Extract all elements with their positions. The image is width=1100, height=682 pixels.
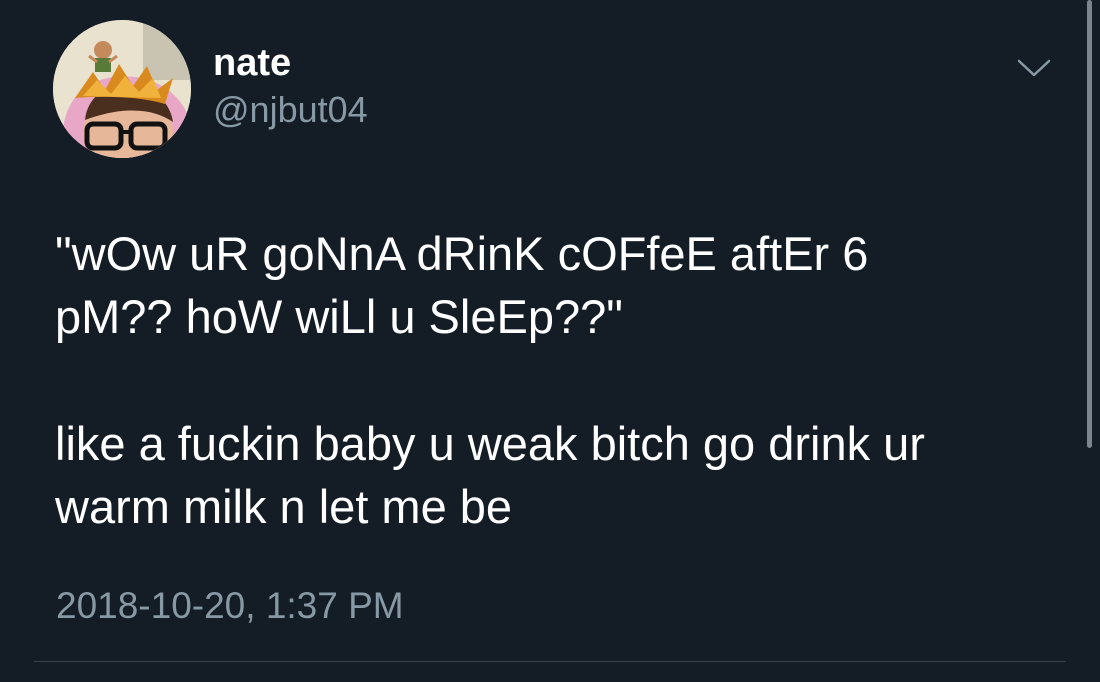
tweet-timestamp[interactable]: 2018-10-20, 1:37 PM bbox=[56, 584, 404, 628]
tweet-menu-button[interactable] bbox=[1014, 54, 1054, 82]
avatar[interactable] bbox=[53, 20, 191, 158]
tweet-text-paragraph: "wOw uR goNnA dRinK cOFfeE aftEr 6 pM?? … bbox=[55, 222, 1055, 348]
tweet-text-line: "wOw uR goNnA dRinK cOFfeE aftEr 6 bbox=[55, 227, 869, 280]
tweet-text-paragraph: like a fuckin baby u weak bitch go drink… bbox=[55, 412, 1055, 538]
tweet-text-line: pM?? hoW wiLl u SleEp??" bbox=[55, 290, 623, 343]
author-handle[interactable]: @njbut04 bbox=[213, 88, 368, 132]
tweet-text-line: like a fuckin baby u weak bitch go drink… bbox=[55, 417, 925, 470]
divider bbox=[34, 661, 1066, 662]
tweet-detail: nate @njbut04 "wOw uR goNnA dRinK cOFfeE… bbox=[0, 0, 1100, 682]
tweet-text-line: warm milk n let me be bbox=[55, 480, 513, 533]
avatar-photo-icon bbox=[53, 20, 191, 158]
author-display-name[interactable]: nate bbox=[213, 40, 291, 86]
chevron-down-icon bbox=[1017, 59, 1051, 77]
scrollbar[interactable] bbox=[1087, 0, 1092, 448]
